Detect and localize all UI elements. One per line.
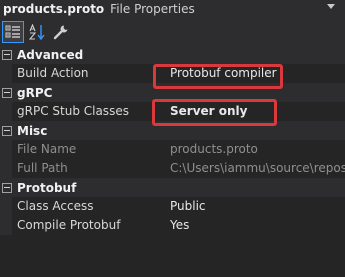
collapse-icon[interactable]	[2, 182, 12, 193]
properties-toolbar	[0, 18, 345, 45]
category-label: Protobuf	[17, 180, 77, 195]
property-grid: Advanced Build Action Protobuf compiler …	[0, 45, 345, 235]
property-value-build-action[interactable]: Protobuf compiler	[164, 64, 345, 83]
property-value-file-name: products.proto	[170, 142, 258, 156]
collapse-icon[interactable]	[2, 125, 12, 136]
property-value-full-path: C:\Users\iammu\source\repos\g	[170, 161, 345, 175]
alphabetical-button[interactable]	[26, 21, 48, 43]
category-label: gRPC	[17, 85, 53, 100]
collapse-icon[interactable]	[2, 87, 12, 98]
property-name: File Name	[0, 140, 164, 159]
categorized-icon	[5, 25, 20, 38]
selected-object-type: File Properties	[110, 2, 195, 16]
category-grpc[interactable]: gRPC	[0, 83, 345, 102]
property-build-action[interactable]: Build Action Protobuf compiler	[0, 64, 345, 83]
category-label: Advanced	[17, 47, 84, 62]
category-advanced[interactable]: Advanced	[0, 45, 345, 64]
category-misc[interactable]: Misc	[0, 121, 345, 140]
properties-window: products.proto File Properties Advanced …	[0, 0, 345, 277]
category-label: Misc	[17, 123, 48, 138]
property-value-class-access[interactable]: Public	[164, 197, 345, 216]
property-name: gRPC Stub Classes	[0, 102, 164, 121]
chevron-down-icon[interactable]	[327, 4, 335, 9]
alphabetical-sort-icon	[29, 23, 45, 40]
property-name: Build Action	[0, 64, 164, 83]
collapse-icon[interactable]	[2, 49, 12, 60]
property-value-compile-protobuf[interactable]: Yes	[164, 216, 345, 235]
property-compile-protobuf[interactable]: Compile Protobuf Yes	[0, 216, 345, 235]
wrench-icon	[53, 25, 68, 39]
property-file-name[interactable]: File Name products.proto	[0, 140, 345, 159]
property-name: Class Access	[0, 197, 164, 216]
properties-title-bar[interactable]: products.proto File Properties	[0, 0, 345, 18]
property-name: Full Path	[0, 159, 164, 178]
selected-object-name: products.proto	[3, 2, 105, 16]
categorized-button[interactable]	[2, 20, 24, 43]
property-class-access[interactable]: Class Access Public	[0, 197, 345, 216]
category-protobuf[interactable]: Protobuf	[0, 178, 345, 197]
property-description-area	[0, 238, 345, 277]
property-full-path[interactable]: Full Path C:\Users\iammu\source\repos\g	[0, 159, 345, 178]
property-pages-button[interactable]	[50, 21, 72, 43]
property-value-grpc-stub-classes[interactable]: Server only	[164, 102, 345, 121]
property-grpc-stub-classes[interactable]: gRPC Stub Classes Server only	[0, 102, 345, 121]
property-name: Compile Protobuf	[0, 216, 164, 235]
